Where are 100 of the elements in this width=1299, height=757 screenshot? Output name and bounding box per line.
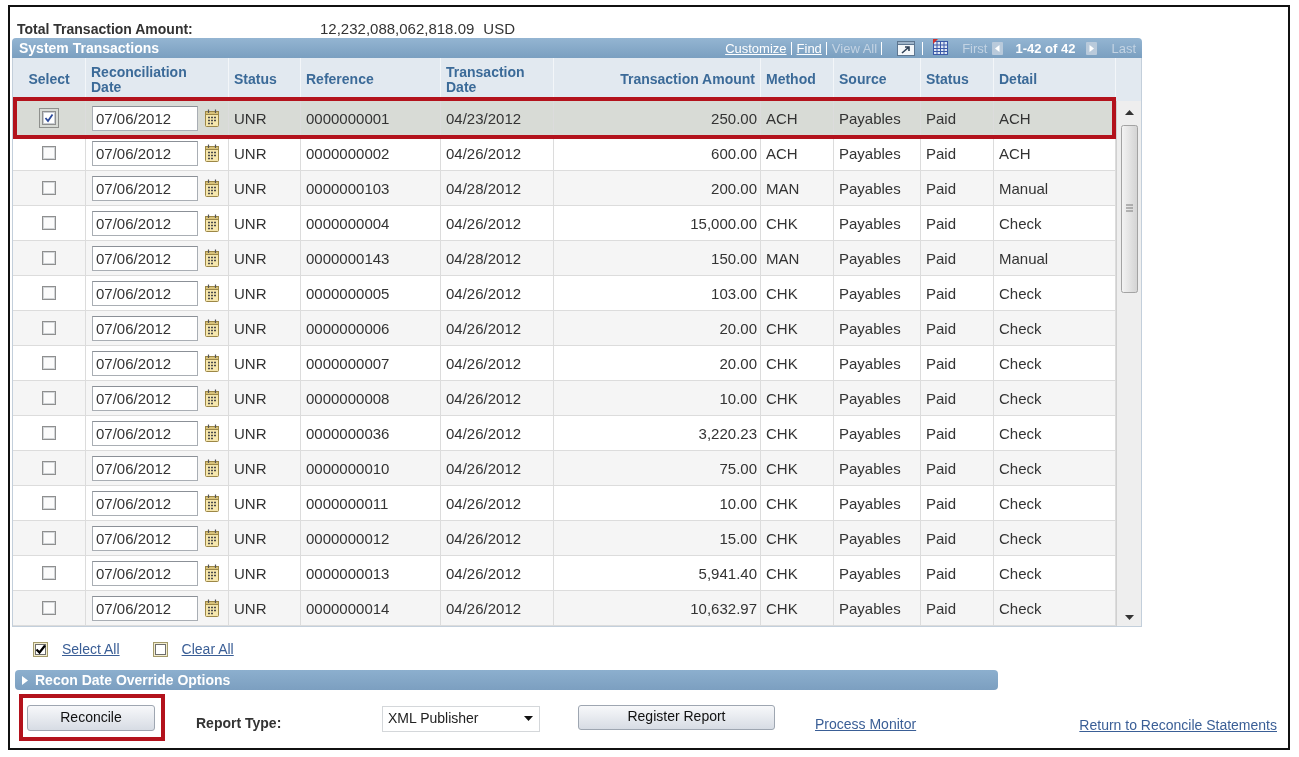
report-type-select[interactable]: XML Publisher	[382, 706, 540, 732]
bulk-select-link[interactable]: Select All	[62, 641, 120, 657]
total-amount: 12,232,088,062,818.09	[320, 20, 475, 37]
checkbox[interactable]	[42, 356, 56, 370]
table-cell: 150.00	[554, 241, 761, 275]
calendar-icon[interactable]	[205, 564, 219, 582]
checkbox[interactable]	[42, 286, 56, 300]
checkbox[interactable]	[42, 216, 56, 230]
checkbox[interactable]	[42, 391, 56, 405]
calendar-icon[interactable]	[205, 109, 219, 127]
date-input[interactable]: 07/06/2012	[92, 175, 198, 201]
table-cell: CHK	[761, 591, 834, 625]
calendar-icon[interactable]	[205, 214, 219, 232]
spreadsheet-icon[interactable]	[933, 39, 949, 55]
date-input[interactable]: 07/06/2012	[92, 490, 198, 516]
calendar-icon[interactable]	[205, 459, 219, 477]
table-cell: UNR	[229, 101, 301, 135]
scrollbar[interactable]	[1116, 101, 1141, 626]
table-cell: 04/26/2012	[441, 451, 554, 485]
date-input[interactable]: 07/06/2012	[92, 420, 198, 446]
table-cell: Payables	[834, 206, 921, 240]
table-cell: 0000000006	[301, 311, 441, 345]
table-cell: 250.00	[554, 101, 761, 135]
checkbox-icon[interactable]	[152, 641, 168, 657]
checkbox[interactable]	[42, 181, 56, 195]
arrow-down-icon[interactable]	[1124, 615, 1134, 620]
table-cell: Paid	[921, 451, 994, 485]
checkbox-icon[interactable]	[33, 641, 48, 657]
checkbox[interactable]	[42, 146, 56, 160]
reconcile-button[interactable]: Reconcile	[27, 705, 155, 731]
checkbox[interactable]	[42, 601, 56, 615]
date-input[interactable]: 07/06/2012	[92, 350, 198, 376]
caret-down-icon[interactable]	[524, 715, 533, 721]
table-cell: 15,000.00	[554, 206, 761, 240]
checkbox[interactable]	[42, 496, 56, 510]
date-input[interactable]: 07/06/2012	[92, 315, 198, 341]
table-cell: Payables	[834, 346, 921, 380]
calendar-icon[interactable]	[205, 144, 219, 162]
table-cell: 20.00	[554, 311, 761, 345]
arrow-up-icon[interactable]	[1124, 110, 1134, 115]
date-input[interactable]: 07/06/2012	[92, 210, 198, 236]
table-cell: CHK	[761, 451, 834, 485]
table-cell: Payables	[834, 416, 921, 450]
table-cell: 04/26/2012	[441, 346, 554, 380]
checkbox[interactable]	[42, 251, 56, 265]
table-cell: Paid	[921, 206, 994, 240]
table-cell: Payables	[834, 591, 921, 625]
table-cell: 0000000013	[301, 556, 441, 590]
return-link[interactable]: Return to Reconcile Statements	[1079, 717, 1277, 733]
register-report-button[interactable]: Register Report	[578, 705, 775, 730]
table-cell: 5,941.40	[554, 556, 761, 590]
checkbox[interactable]	[42, 531, 56, 545]
table-cell: 0000000008	[301, 381, 441, 415]
table-cell: 0000000004	[301, 206, 441, 240]
date-input[interactable]: 07/06/2012	[92, 595, 198, 621]
table-cell: Payables	[834, 101, 921, 135]
calendar-icon[interactable]	[205, 529, 219, 547]
checkbox[interactable]	[42, 566, 56, 580]
checkbox[interactable]	[39, 108, 59, 128]
table-cell: 10.00	[554, 381, 761, 415]
date-input[interactable]: 07/06/2012	[92, 280, 198, 306]
table-cell: 75.00	[554, 451, 761, 485]
table-cell: 04/28/2012	[441, 241, 554, 275]
calendar-icon[interactable]	[205, 179, 219, 197]
calendar-icon[interactable]	[205, 389, 219, 407]
process-monitor-link[interactable]: Process Monitor	[815, 716, 917, 732]
calendar-icon[interactable]	[205, 249, 219, 267]
table-cell: CHK	[761, 556, 834, 590]
date-input[interactable]: 07/06/2012	[92, 455, 198, 481]
calendar-icon[interactable]	[205, 494, 219, 512]
table-cell: MAN	[761, 171, 834, 205]
table-cell: 04/26/2012	[441, 556, 554, 590]
checkbox[interactable]	[42, 461, 56, 475]
triangle-right-icon[interactable]	[22, 675, 28, 685]
calendar-icon[interactable]	[205, 284, 219, 302]
date-input[interactable]: 07/06/2012	[92, 105, 198, 131]
bulk-select-link[interactable]: Clear All	[181, 641, 234, 657]
table-cell: Payables	[834, 241, 921, 275]
calendar-icon[interactable]	[205, 424, 219, 442]
calendar-icon[interactable]	[205, 354, 219, 372]
table-cell: 0000000011	[301, 486, 441, 520]
date-input[interactable]: 07/06/2012	[92, 140, 198, 166]
table-cell: 0000000007	[301, 346, 441, 380]
calendar-icon[interactable]	[205, 319, 219, 337]
scrollbar-thumb[interactable]	[1120, 125, 1138, 293]
table-cell: UNR	[229, 416, 301, 450]
checkbox[interactable]	[42, 426, 56, 440]
date-input[interactable]: 07/06/2012	[92, 385, 198, 411]
table-cell: 0000000002	[301, 136, 441, 170]
table-cell: 0000000001	[301, 101, 441, 135]
table-cell: 04/26/2012	[441, 311, 554, 345]
table-cell: Paid	[921, 311, 994, 345]
table-cell: CHK	[761, 311, 834, 345]
checkbox[interactable]	[42, 321, 56, 335]
date-input[interactable]: 07/06/2012	[92, 245, 198, 271]
zoom-window-icon[interactable]	[897, 40, 916, 56]
date-input[interactable]: 07/06/2012	[92, 560, 198, 586]
date-input[interactable]: 07/06/2012	[92, 525, 198, 551]
table-cell: 3,220.23	[554, 416, 761, 450]
calendar-icon[interactable]	[205, 599, 219, 617]
